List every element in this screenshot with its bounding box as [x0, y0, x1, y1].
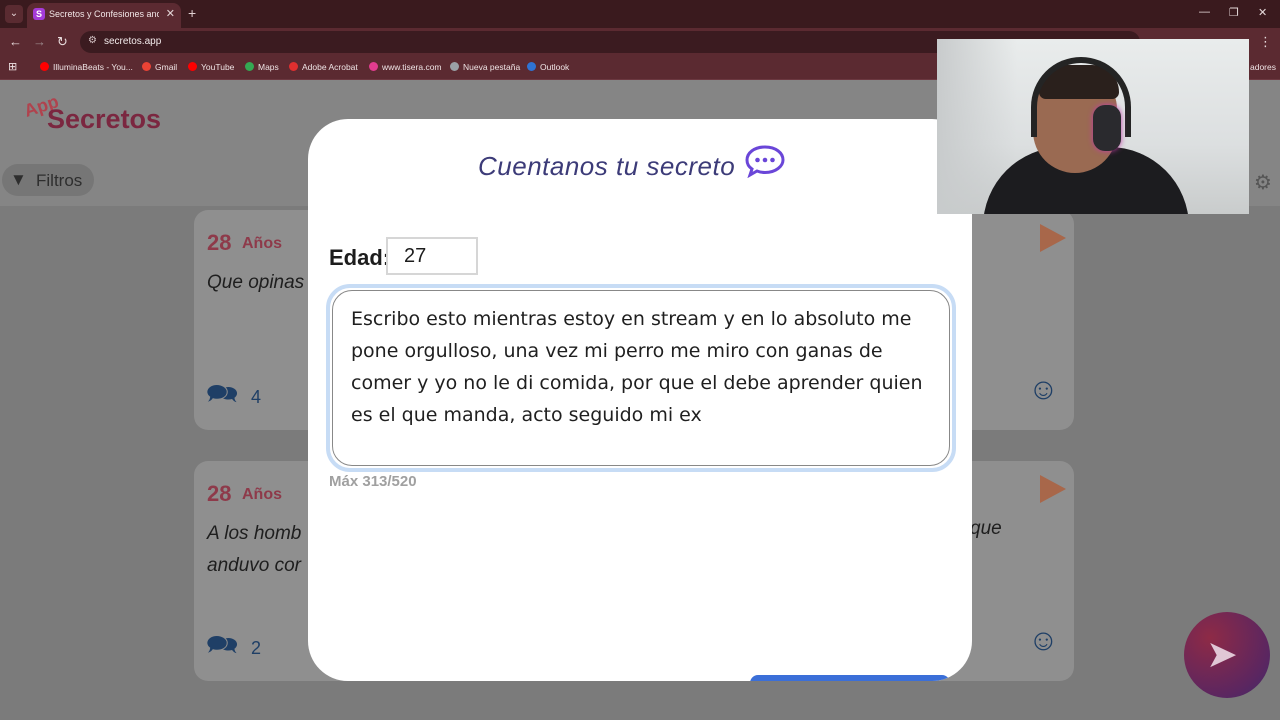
bookmark-item[interactable]: Gmail	[142, 62, 177, 72]
age-input[interactable]	[386, 237, 478, 275]
bookmark-label: Nueva pestaña	[463, 62, 521, 72]
logo-title: Secretos	[47, 104, 162, 134]
report-flag-icon[interactable]	[1040, 475, 1066, 503]
bookmark-item[interactable]: Outlook	[527, 62, 569, 72]
bookmark-label: Gmail	[155, 62, 178, 72]
url-text: secretos.app	[104, 36, 162, 47]
bookmark-item[interactable]: YouTube	[188, 62, 234, 72]
card-age: 28	[207, 481, 232, 506]
chat-bubble-icon	[745, 145, 785, 178]
secret-field-focus-ring: Escribo esto mientras estoy en stream y …	[326, 284, 956, 472]
close-window-icon[interactable]: ✕	[1258, 6, 1267, 19]
new-tab-button[interactable]: +	[188, 5, 196, 21]
bookmark-favicon-icon	[369, 62, 378, 71]
forward-icon[interactable]: →	[33, 34, 46, 49]
reaction-smile-icon[interactable]: ☺	[1028, 373, 1059, 407]
modal-title: Cuentanos tu secreto	[478, 151, 736, 181]
webcam-overlay	[937, 39, 1249, 214]
character-counter: Máx 313/520	[329, 473, 417, 490]
submit-button[interactable]	[750, 675, 950, 681]
apps-grid-icon[interactable]: ⊞	[8, 60, 17, 73]
bookmark-item[interactable]: Adobe Acrobat	[289, 62, 358, 72]
bookmark-favicon-icon	[527, 62, 536, 71]
bookmark-item[interactable]: IlluminaBeats - You...	[40, 62, 133, 72]
card-age-label: Años	[242, 486, 282, 503]
tab-strip: ⌄ S Secretos y Confesiones anonim ✕ + — …	[0, 0, 1280, 28]
card-text-right: que	[970, 518, 1002, 539]
settings-icon[interactable]: ⚙	[1254, 170, 1272, 195]
comments-icon[interactable]: 🗪	[206, 375, 238, 419]
card-age: 28	[207, 230, 232, 255]
bookmark-label: YouTube	[201, 62, 235, 72]
bookmark-item[interactable]: Maps	[245, 62, 279, 72]
tab-title: Secretos y Confesiones anonim	[49, 9, 159, 19]
bookmark-label: Maps	[258, 62, 279, 72]
restore-icon[interactable]: ❐	[1229, 6, 1239, 19]
card-text-line1: A los homb	[207, 523, 302, 544]
age-label: Edad:	[329, 245, 391, 270]
card-text-line2: anduvo cor	[207, 555, 302, 576]
bookmark-favicon-icon	[245, 62, 254, 71]
back-icon[interactable]: ←	[9, 34, 22, 49]
site-favicon-icon: S	[33, 8, 45, 20]
bookmark-item[interactable]: Nueva pestaña	[450, 62, 520, 72]
secret-textarea[interactable]: Escribo esto mientras estoy en stream y …	[332, 290, 950, 466]
new-secret-fab-button[interactable]: ➤	[1184, 612, 1270, 698]
new-secret-modal: Cuentanos tu secreto Edad: Escribo esto …	[308, 119, 972, 681]
browser-menu-icon[interactable]: ⋮	[1259, 34, 1272, 50]
browser-tab[interactable]: S Secretos y Confesiones anonim ✕	[27, 3, 181, 28]
site-info-icon[interactable]: ⚙	[88, 35, 97, 46]
bookmark-label: IlluminaBeats - You...	[53, 62, 133, 72]
card-text: A los homb anduvo cor	[207, 518, 301, 582]
filters-button[interactable]: ▼ Filtros	[2, 164, 94, 196]
bookmark-favicon-icon	[188, 62, 197, 71]
bookmark-favicon-icon	[450, 62, 459, 71]
comments-count: 2	[251, 638, 262, 658]
bookmark-label: www.tisera.com	[382, 62, 442, 72]
card-age-label: Años	[242, 235, 282, 252]
filter-icon: ▼	[10, 170, 27, 189]
bookmark-label: Outlook	[540, 62, 570, 72]
report-flag-icon[interactable]	[1040, 224, 1066, 252]
reload-icon[interactable]: ↻	[57, 34, 68, 50]
filters-label: Filtros	[36, 171, 83, 190]
minimize-icon[interactable]: —	[1199, 6, 1210, 18]
comments-icon[interactable]: 🗪	[206, 626, 238, 670]
comments-count: 4	[251, 387, 262, 407]
card-text: Que opinas	[207, 272, 305, 293]
bookmark-label: Adobe Acrobat	[302, 62, 358, 72]
bookmark-item[interactable]: www.tisera.com	[369, 62, 442, 72]
bookmark-overflow[interactable]: adores	[1250, 62, 1276, 72]
bookmark-favicon-icon	[40, 62, 49, 71]
reaction-smile-icon[interactable]: ☺	[1028, 624, 1059, 658]
tab-search-button[interactable]: ⌄	[5, 5, 23, 23]
paper-plane-icon: ➤	[1206, 634, 1238, 676]
bookmark-favicon-icon	[289, 62, 298, 71]
bookmark-favicon-icon	[142, 62, 151, 71]
tab-close-icon[interactable]: ✕	[166, 7, 175, 20]
